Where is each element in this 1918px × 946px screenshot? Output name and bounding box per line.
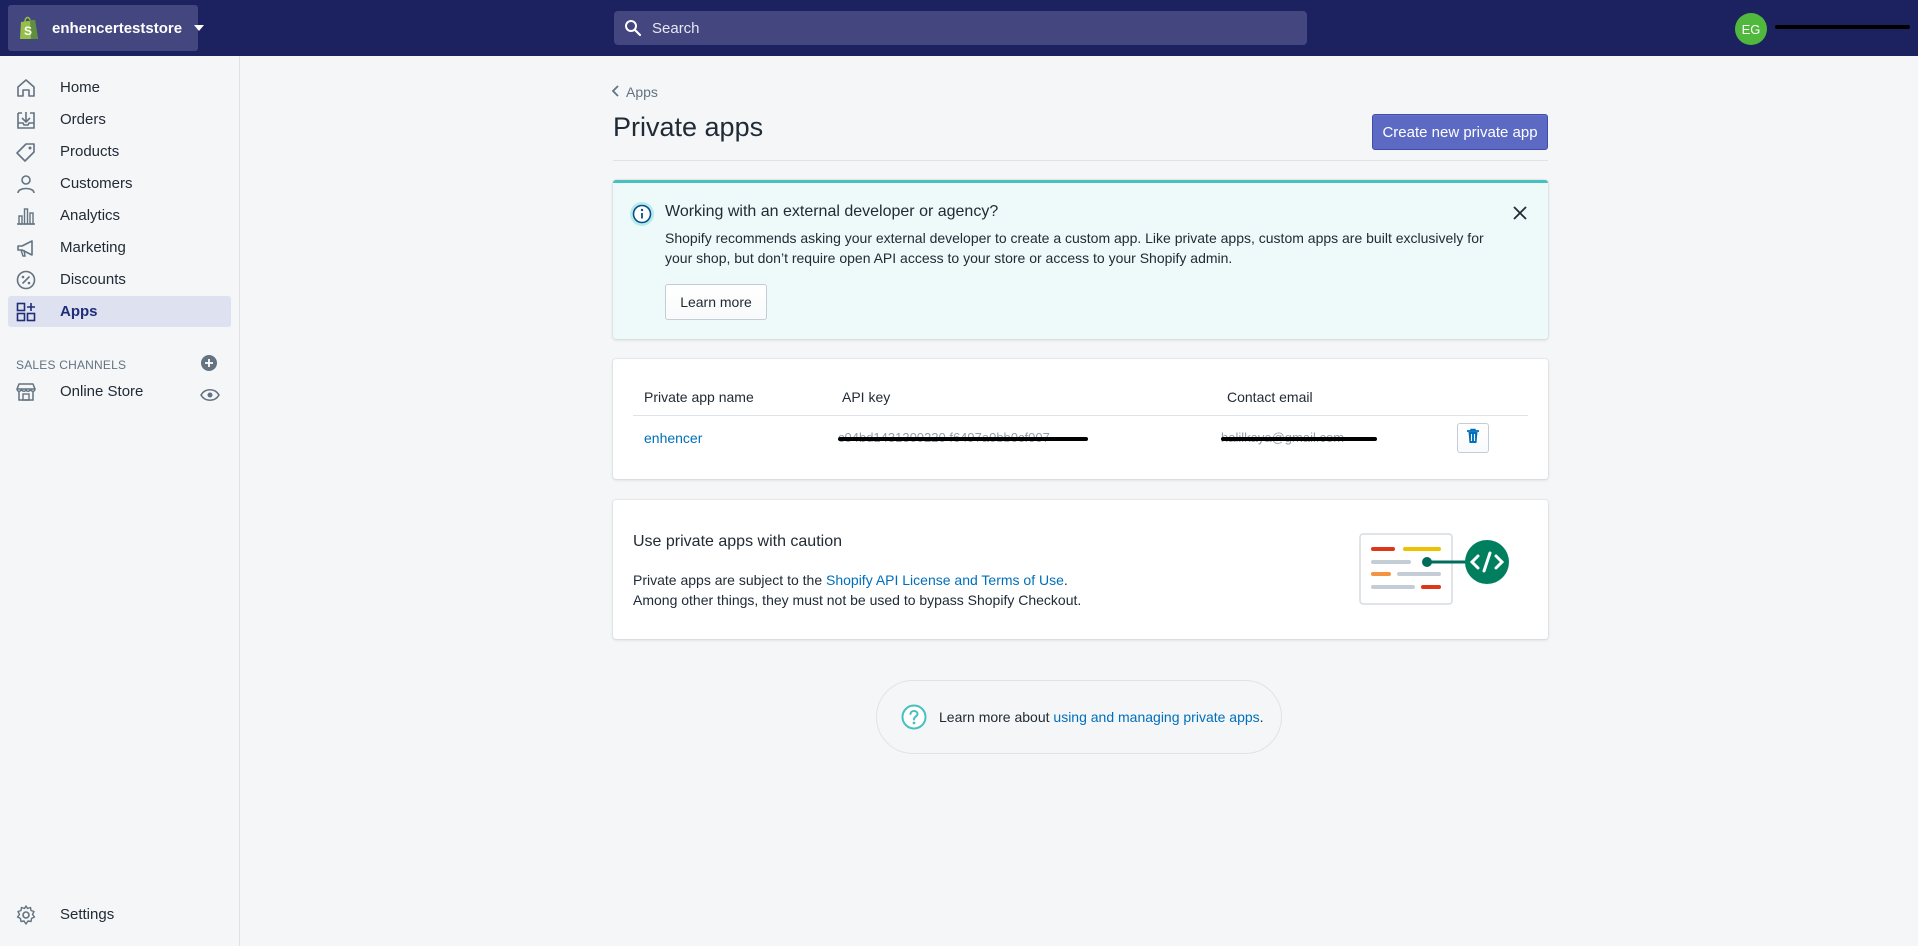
store-name: enhencerteststore (52, 19, 183, 37)
caution-card: Use private apps with caution Private ap… (613, 500, 1548, 639)
close-icon[interactable] (1512, 205, 1528, 221)
column-header-name: Private app name (644, 389, 754, 405)
gear-icon (14, 903, 38, 927)
search-icon (624, 19, 642, 37)
footer-text-prefix: Learn more about (939, 709, 1054, 725)
sidebar-item-apps[interactable]: Apps (8, 296, 231, 327)
caution-text: Private apps are subject to the Shopify … (633, 570, 1081, 610)
info-banner: Working with an external developer or ag… (613, 180, 1548, 339)
avatar[interactable]: EG (1735, 13, 1767, 45)
private-apps-table: Private app name API key Contact email e… (613, 359, 1548, 479)
breadcrumb[interactable]: Apps (611, 84, 658, 100)
megaphone-icon (14, 236, 38, 260)
caution-text-suffix: . (1063, 572, 1068, 588)
sidebar-item-settings[interactable]: Settings (8, 899, 231, 930)
store-icon (14, 380, 38, 404)
add-channel-icon[interactable] (200, 354, 218, 372)
apps-icon (14, 300, 38, 324)
sidebar-item-home[interactable]: Home (8, 72, 231, 103)
sidebar-item-products[interactable]: Products (8, 136, 231, 167)
eye-icon[interactable] (200, 388, 220, 402)
sidebar-item-online-store[interactable]: Online Store (8, 376, 231, 407)
percent-icon (14, 268, 38, 292)
top-bar: S enhencerteststore Search EG (0, 0, 1918, 56)
person-icon (14, 172, 38, 196)
sidebar-item-label: Analytics (60, 207, 121, 224)
banner-text: Shopify recommends asking your external … (665, 230, 1484, 266)
page-title: Private apps (613, 112, 764, 142)
chevron-left-icon (611, 84, 620, 100)
sidebar-item-label: Discounts (60, 271, 126, 288)
trash-icon (1466, 428, 1480, 449)
sidebar: Home Orders Products Customers Analytics… (0, 56, 240, 946)
app-name-link[interactable]: enhencer (644, 430, 702, 446)
divider (613, 160, 1548, 161)
orders-icon (14, 108, 38, 132)
search-placeholder: Search (652, 19, 700, 37)
info-icon (629, 201, 655, 227)
sidebar-item-label: Apps (60, 303, 98, 320)
sidebar-item-discounts[interactable]: Discounts (8, 264, 231, 295)
learn-more-button[interactable]: Learn more (665, 284, 767, 320)
banner-title: Working with an external developer or ag… (665, 203, 999, 220)
contact-email-value: halilkaya@gmail.com (1221, 429, 1381, 447)
store-switcher[interactable]: S enhencerteststore (8, 5, 205, 51)
account-name-redacted[interactable] (1775, 18, 1910, 36)
column-header-api-key: API key (842, 389, 891, 405)
footer-text-suffix: . (1259, 709, 1264, 725)
caution-text-prefix: Private apps are subject to the (633, 572, 826, 588)
chevron-down-icon (194, 25, 205, 31)
sidebar-item-customers[interactable]: Customers (8, 168, 231, 199)
sidebar-item-label: Online Store (60, 383, 144, 400)
shopify-bag-icon: S (18, 14, 40, 42)
managing-private-apps-link[interactable]: using and managing private apps (1053, 709, 1259, 725)
footer-help: Learn more about using and managing priv… (876, 680, 1282, 754)
sales-channels-heading: SALES CHANNELS (16, 358, 127, 372)
tag-icon (14, 140, 38, 164)
sidebar-item-label: Orders (60, 111, 106, 128)
search-input[interactable]: Search (614, 11, 1307, 45)
api-terms-link[interactable]: Shopify API License and Terms of Use (826, 572, 1064, 588)
code-illustration (1359, 532, 1519, 607)
sidebar-item-label: Home (60, 79, 101, 96)
question-icon (901, 704, 927, 730)
sidebar-item-label: Marketing (60, 239, 126, 256)
caution-text-line2: Among other things, they must not be use… (633, 592, 1082, 608)
home-icon (14, 76, 38, 100)
breadcrumb-label: Apps (626, 84, 658, 100)
caution-title: Use private apps with caution (633, 533, 842, 550)
sidebar-item-label: Settings (60, 906, 115, 923)
footer-text: Learn more about using and managing priv… (939, 709, 1264, 725)
divider (633, 415, 1528, 416)
bar-chart-icon (14, 204, 38, 228)
svg-text:S: S (24, 24, 32, 38)
api-key-value: c04bd1431300220 f6497a0bb0cf007 (838, 429, 1088, 447)
sidebar-item-label: Products (60, 143, 120, 160)
column-header-contact-email: Contact email (1227, 389, 1313, 405)
delete-button[interactable] (1457, 423, 1489, 453)
sidebar-item-marketing[interactable]: Marketing (8, 232, 231, 263)
sidebar-item-analytics[interactable]: Analytics (8, 200, 231, 231)
create-private-app-button[interactable]: Create new private app (1372, 114, 1548, 150)
sidebar-item-label: Customers (60, 175, 133, 192)
sidebar-item-orders[interactable]: Orders (8, 104, 231, 135)
